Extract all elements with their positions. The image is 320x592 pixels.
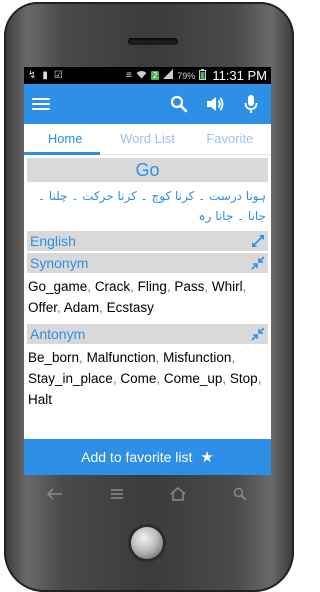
word-link[interactable]: Go_game — [28, 279, 87, 294]
word-title: Go — [27, 158, 268, 182]
word-link[interactable]: Pass — [174, 279, 204, 294]
usb-icon: ↯ — [28, 70, 37, 81]
word-link[interactable]: Fling — [138, 279, 167, 294]
word-separator: , — [257, 371, 262, 386]
hardware-keys — [24, 485, 271, 503]
menu-icon[interactable] — [32, 98, 50, 110]
sd-card-icon: ▮ — [42, 70, 48, 81]
collapse-icon[interactable] — [251, 327, 265, 341]
signal-badge: 2 — [150, 71, 160, 80]
battery-percent: 79% — [177, 70, 196, 81]
word-separator: , — [57, 300, 64, 315]
section-synonym[interactable]: Synonym — [27, 253, 268, 273]
tab-word-list[interactable]: Word List — [106, 124, 188, 154]
section-antonym[interactable]: Antonym — [27, 324, 268, 344]
app-screen: ↯ ▮ ☑ ≡ 2 79% 11:31 PM Home Word List Fa… — [24, 67, 271, 475]
word-link[interactable]: Misfunction — [163, 350, 231, 365]
word-separator: , — [79, 350, 87, 365]
star-icon: ★ — [200, 449, 214, 466]
status-bar: ↯ ▮ ☑ ≡ 2 79% 11:31 PM — [24, 67, 271, 84]
urdu-meaning: ہونا درست ۔ کرنا کوچ ۔ کرنا حرکت ۔ چلنا … — [38, 189, 266, 223]
menu-key-icon[interactable] — [106, 485, 128, 503]
add-to-favorite-button[interactable]: Add to favorite list ★ — [24, 439, 271, 475]
vibrate-icon: ≡ — [126, 70, 132, 81]
word-link[interactable]: Halt — [28, 392, 52, 407]
battery-icon — [199, 68, 207, 83]
word-link[interactable]: Crack — [95, 279, 130, 294]
word-separator: , — [99, 300, 107, 315]
word-separator: , — [130, 279, 138, 294]
clipboard-icon: ☑ — [53, 70, 63, 81]
section-english-label: English — [30, 233, 76, 249]
word-link[interactable]: Come_up — [164, 371, 223, 386]
clock: 11:31 PM — [212, 68, 267, 83]
word-link[interactable]: Offer — [28, 300, 57, 315]
word-link[interactable]: Come — [120, 371, 156, 386]
word-link[interactable]: Adam — [64, 300, 99, 315]
word-separator: , — [222, 371, 230, 386]
search-icon[interactable] — [167, 92, 191, 116]
add-to-favorite-label: Add to favorite list — [81, 449, 193, 465]
collapse-icon[interactable] — [251, 256, 265, 270]
section-synonym-label: Synonym — [30, 255, 89, 271]
app-bar — [24, 84, 271, 124]
tab-bar: Home Word List Favorite — [24, 124, 271, 155]
search-key-icon[interactable] — [229, 485, 251, 503]
word-separator: , — [156, 371, 164, 386]
word-separator: , — [242, 279, 247, 294]
earpiece — [128, 38, 178, 45]
word-link[interactable]: Be_born — [28, 350, 79, 365]
home-key-icon[interactable] — [167, 485, 189, 503]
word-separator: , — [155, 350, 164, 365]
word-link[interactable]: Stay_in_place — [28, 371, 113, 386]
signal-icon — [163, 69, 174, 82]
word-link[interactable]: Whirl — [212, 279, 243, 294]
word-link[interactable]: Ecstasy — [107, 300, 154, 315]
word-link[interactable]: Stop — [230, 371, 258, 386]
back-key-icon[interactable] — [44, 485, 66, 503]
synonym-list: Go_game, Crack, Fling, Pass, Whirl, Offe… — [27, 273, 268, 322]
wifi-icon — [136, 70, 147, 82]
trackball[interactable] — [131, 527, 163, 559]
speaker-icon[interactable] — [203, 92, 227, 116]
word-separator: , — [231, 350, 236, 365]
tab-favorite[interactable]: Favorite — [189, 124, 271, 154]
word-link[interactable]: Malfunction — [87, 350, 156, 365]
microphone-icon[interactable] — [239, 92, 263, 116]
antonym-list: Be_born, Malfunction, Misfunction, Stay_… — [27, 344, 268, 414]
word-separator: , — [87, 279, 95, 294]
word-detail: Go ہونا درست ۔ کرنا کوچ ۔ کرنا حرکت ۔ چل… — [24, 158, 271, 414]
tab-home[interactable]: Home — [24, 124, 106, 154]
word-separator: , — [204, 279, 212, 294]
section-antonym-label: Antonym — [30, 326, 86, 342]
active-tab-indicator — [24, 152, 100, 155]
expand-icon[interactable] — [251, 234, 265, 248]
section-english[interactable]: English — [27, 231, 268, 251]
